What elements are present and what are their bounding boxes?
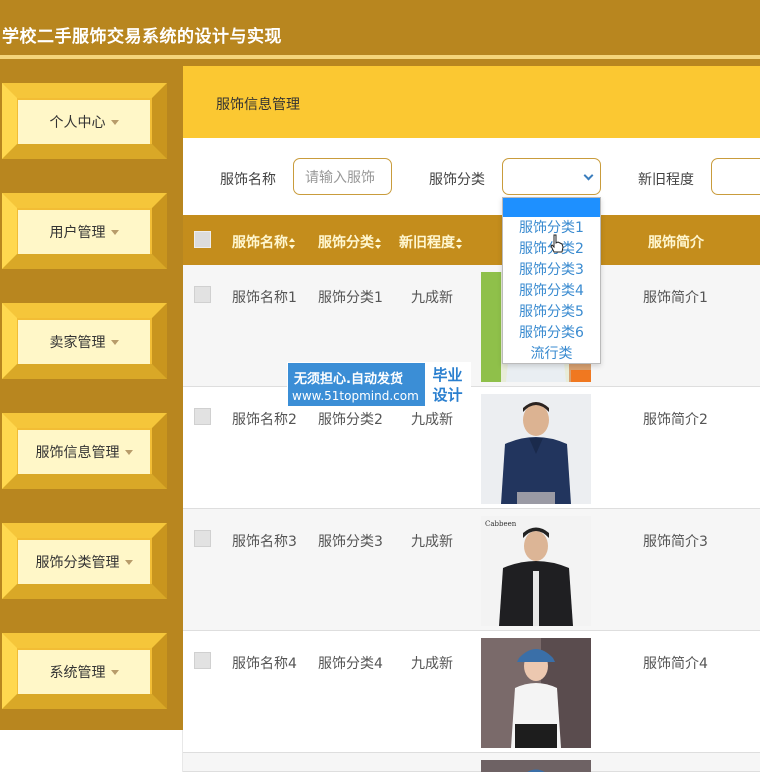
- sidebar-item-label: 系统管理: [49, 665, 106, 681]
- cell-category: 服饰分类3: [318, 534, 383, 550]
- row-checkbox[interactable]: [194, 652, 211, 669]
- select-all-checkbox[interactable]: [194, 231, 211, 248]
- hand-cursor-icon: [550, 234, 564, 253]
- cell-category: 服饰分类1: [318, 290, 383, 306]
- table-row: 服饰名称2 服饰分类2 九成新 服饰简介2: [183, 387, 760, 509]
- clothing-photo: Cabbeen: [481, 516, 591, 626]
- cell-intro: 服饰简介4: [643, 656, 708, 672]
- column-header-intro: 服饰简介: [648, 235, 704, 251]
- clothing-photo: [481, 394, 591, 504]
- category-dropdown: 服饰分类1 服饰分类2 服饰分类3 服饰分类4 服饰分类5 服饰分类6 流行类: [502, 197, 601, 364]
- table-row: 服饰名称4 服饰分类4 九成新 服饰简介4: [183, 631, 760, 753]
- breadcrumb: 服饰信息管理: [183, 66, 760, 138]
- column-header-label: 新旧程度: [399, 235, 455, 251]
- column-header-name[interactable]: 服饰名称: [232, 232, 296, 252]
- column-header-condition[interactable]: 新旧程度: [399, 232, 463, 252]
- watermark-badge-line-2: 设计: [432, 386, 463, 404]
- sidebar-button-system-management[interactable]: 系统管理: [18, 650, 150, 694]
- dropdown-option[interactable]: 服饰分类4: [503, 281, 600, 301]
- sidebar-item-label: 个人中心: [49, 115, 106, 131]
- name-search-placeholder: 请输入服饰: [305, 169, 375, 186]
- sidebar-item-label: 服饰信息管理: [35, 445, 120, 461]
- cell-condition: 九成新: [411, 656, 453, 672]
- app-title: 学校二手服饰交易系统的设计与实现: [2, 27, 282, 47]
- sort-icon: [456, 237, 463, 249]
- row-checkbox[interactable]: [194, 286, 211, 303]
- sidebar-item-label: 用户管理: [49, 225, 106, 241]
- app-root: 学校二手服饰交易系统的设计与实现 个人中心 用户管理 卖家管理 服饰信息管理 服…: [0, 0, 760, 772]
- sidebar-item-label: 服饰分类管理: [35, 555, 120, 571]
- sidebar-button-personal-center[interactable]: 个人中心: [18, 100, 150, 144]
- table-header: 服饰名称 服饰分类 新旧程度 服饰简介: [183, 215, 760, 265]
- sidebar-item-system-management: 系统管理: [0, 616, 183, 726]
- category-search-label: 服饰分类: [429, 172, 485, 188]
- caret-down-icon: [110, 229, 119, 235]
- search-bar: 服饰名称 请输入服饰 服饰分类 新旧程度: [183, 138, 760, 215]
- sidebar-button-user-management[interactable]: 用户管理: [18, 210, 150, 254]
- caret-down-icon: [110, 339, 119, 345]
- row-checkbox[interactable]: [194, 530, 211, 547]
- column-header-label: 服饰名称: [232, 235, 288, 251]
- sidebar-item-clothing-category: 服饰分类管理: [0, 506, 183, 616]
- caret-down-icon: [124, 559, 133, 565]
- cell-condition: 九成新: [411, 534, 453, 550]
- watermark: 无须担心.自动发货 www.51topmind.com 毕业 设计: [287, 362, 471, 407]
- sidebar-button-seller-management[interactable]: 卖家管理: [18, 320, 150, 364]
- table-row: 服饰名称1 服饰分类1 九成新 服饰简介1: [183, 265, 760, 387]
- category-select[interactable]: [502, 158, 601, 195]
- cell-intro: 服饰简介2: [643, 412, 708, 428]
- watermark-line-1: 无须担心.自动发货: [294, 372, 403, 387]
- sidebar-item-seller-management: 卖家管理: [0, 286, 183, 396]
- sidebar-item-personal-center: 个人中心: [0, 66, 183, 176]
- watermark-line-2: www.51topmind.com: [292, 389, 419, 403]
- dropdown-option[interactable]: 服饰分类3: [503, 260, 600, 280]
- svg-text:Cabbeen: Cabbeen: [485, 520, 517, 528]
- clothing-photo: [481, 638, 591, 748]
- name-search-input[interactable]: 请输入服饰: [293, 158, 392, 195]
- watermark-badge-line-1: 毕业: [432, 366, 463, 384]
- sort-icon: [375, 237, 382, 249]
- dropdown-option-empty[interactable]: [503, 198, 600, 217]
- caret-down-icon: [124, 449, 133, 455]
- name-search-label: 服饰名称: [220, 172, 276, 188]
- watermark-badge: 毕业 设计: [425, 363, 470, 406]
- cell-condition: 九成新: [411, 412, 453, 428]
- sidebar-button-clothing-info[interactable]: 服饰信息管理: [18, 430, 150, 474]
- row-checkbox[interactable]: [194, 408, 211, 425]
- cell-category: 服饰分类4: [318, 656, 383, 672]
- sidebar-button-clothing-category[interactable]: 服饰分类管理: [18, 540, 150, 584]
- condition-search-input[interactable]: [711, 158, 760, 195]
- cell-condition: 九成新: [411, 290, 453, 306]
- cell-intro: 服饰简介1: [643, 290, 708, 306]
- dropdown-option[interactable]: 服饰分类6: [503, 323, 600, 343]
- dropdown-option[interactable]: 服饰分类5: [503, 302, 600, 322]
- sidebar-item-clothing-info: 服饰信息管理: [0, 396, 183, 506]
- sidebar-item-label: 卖家管理: [49, 335, 106, 351]
- sidebar-item-user-management: 用户管理: [0, 176, 183, 286]
- cell-name: 服饰名称3: [232, 534, 297, 550]
- cell-category: 服饰分类2: [318, 412, 383, 428]
- top-header: 学校二手服饰交易系统的设计与实现: [0, 0, 760, 66]
- column-header-category[interactable]: 服饰分类: [318, 232, 382, 252]
- cell-name: 服饰名称1: [232, 290, 297, 306]
- header-divider: [0, 55, 760, 59]
- cell-name: 服饰名称2: [232, 412, 297, 428]
- cell-name: 服饰名称4: [232, 656, 297, 672]
- page-title: 服饰信息管理: [216, 97, 300, 113]
- cell-intro: 服饰简介3: [643, 534, 708, 550]
- sidebar: 个人中心 用户管理 卖家管理 服饰信息管理 服饰分类管理 系统管理: [0, 66, 183, 730]
- column-header-label: 服饰分类: [318, 235, 374, 251]
- clothing-photo: [481, 760, 591, 772]
- table-row: [183, 753, 760, 772]
- sort-icon: [289, 237, 296, 249]
- table-row: 服饰名称3 服饰分类3 九成新 Cabbeen 服饰简介3: [183, 509, 760, 631]
- caret-down-icon: [110, 119, 119, 125]
- dropdown-option[interactable]: 流行类: [503, 344, 600, 364]
- caret-down-icon: [110, 669, 119, 675]
- sidebar-footer: [0, 730, 183, 772]
- condition-search-label: 新旧程度: [638, 172, 694, 188]
- chevron-down-icon: [583, 170, 594, 181]
